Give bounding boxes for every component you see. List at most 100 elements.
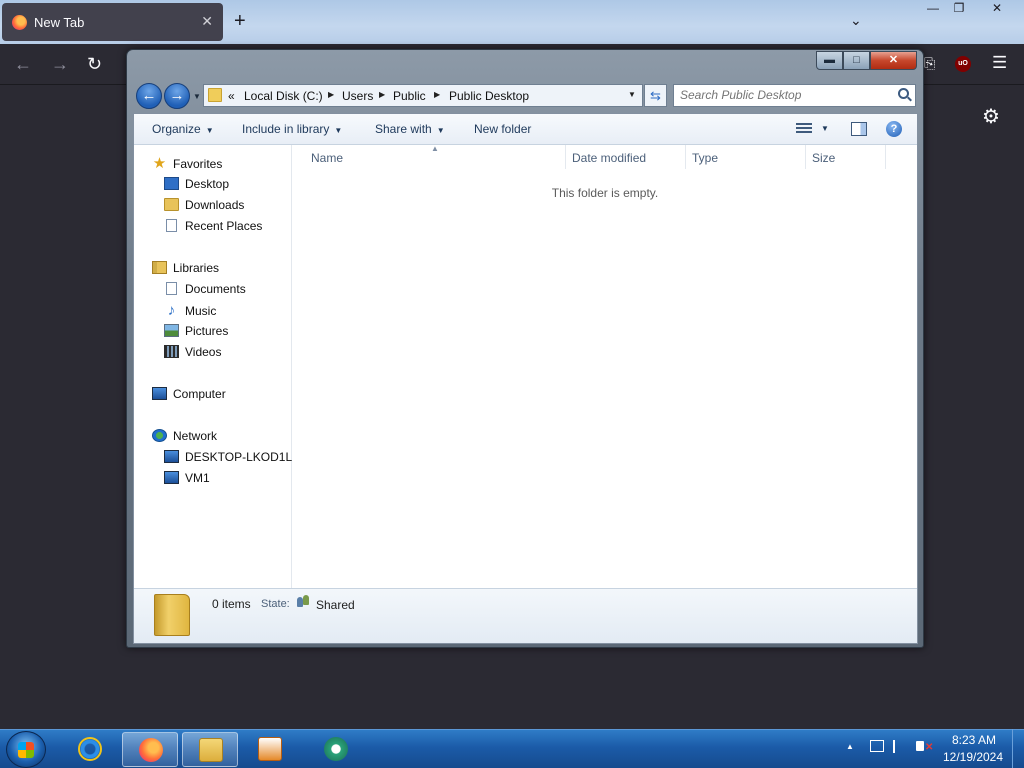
explorer-minimize-button[interactable]: ▬ — [816, 51, 843, 70]
new-tab-button[interactable]: + — [234, 9, 246, 33]
nav-pictures[interactable]: Pictures — [164, 322, 228, 341]
chevron-down-icon: ▼ — [205, 126, 214, 135]
column-header-date-modified[interactable]: Date modified — [572, 151, 646, 165]
settings-gear-icon[interactable]: ⚙ — [982, 104, 1000, 129]
firefox-favicon-icon — [12, 15, 27, 30]
volume-muted-icon[interactable] — [916, 741, 924, 751]
taskbar-internet-explorer[interactable] — [62, 732, 118, 767]
column-divider[interactable] — [565, 145, 566, 169]
explorer-forward-button[interactable]: → — [164, 83, 190, 109]
chevron-down-icon: ▼ — [334, 126, 343, 135]
nav-computer-label: Computer — [173, 387, 226, 401]
nav-network-desktop-lkod1l1[interactable]: DESKTOP-LKOD1L1 — [164, 448, 299, 467]
breadcrumb-users[interactable]: Users — [342, 89, 373, 103]
network-tray-icon[interactable] — [870, 740, 884, 752]
nav-recent-places[interactable]: Recent Places — [164, 217, 262, 236]
address-dropdown-icon[interactable]: ▼ — [628, 90, 636, 99]
action-center-flag-icon[interactable] — [893, 740, 895, 753]
tab-close-icon[interactable]: ✕ — [201, 13, 213, 30]
nav-network[interactable]: Network — [152, 427, 217, 446]
breadcrumb-local-disk[interactable]: Local Disk (C:) — [244, 89, 323, 103]
internet-explorer-icon — [78, 737, 102, 761]
address-bar[interactable]: « Local Disk (C:) ▶ Users ▶ Public ▶ Pub… — [203, 84, 643, 107]
column-divider[interactable] — [685, 145, 686, 169]
column-header-size[interactable]: Size — [812, 151, 835, 165]
start-button[interactable] — [6, 731, 46, 768]
nav-desktop[interactable]: Desktop — [164, 175, 229, 194]
taskbar-file-explorer[interactable] — [182, 732, 238, 767]
nav-network-label: Network — [173, 429, 218, 443]
new-folder-button[interactable]: New folder — [474, 122, 531, 136]
downloads-folder-icon — [164, 198, 179, 211]
show-hidden-icons-chevron[interactable]: ▲ — [846, 742, 854, 751]
help-icon[interactable]: ? — [886, 121, 902, 137]
favorites-star-icon: ★ — [152, 155, 167, 172]
ublock-origin-icon[interactable]: uO — [955, 56, 971, 72]
taskbar-media-player[interactable] — [242, 732, 298, 767]
column-divider[interactable] — [805, 145, 806, 169]
search-input[interactable] — [680, 88, 890, 102]
show-desktop-button[interactable] — [1012, 729, 1024, 768]
music-note-icon: ♪ — [167, 302, 176, 319]
browser-tab-title: New Tab — [34, 15, 85, 30]
recent-locations-dropdown-icon[interactable]: ▼ — [193, 92, 201, 101]
reload-icon[interactable]: ↻ — [87, 54, 102, 74]
organize-button[interactable]: Organize ▼ — [152, 122, 214, 136]
search-icon[interactable] — [898, 88, 909, 99]
breadcrumb-separator-icon[interactable]: ▶ — [379, 90, 385, 99]
column-divider[interactable] — [885, 145, 886, 169]
refresh-button[interactable]: ⇆ — [644, 84, 667, 107]
pictures-icon — [164, 324, 179, 337]
browser-close-button[interactable]: ✕ — [982, 0, 1012, 18]
column-header-type[interactable]: Type — [692, 151, 718, 165]
address-overflow-chevron[interactable]: « — [228, 89, 235, 103]
taskbar-firefox[interactable] — [122, 732, 178, 767]
nav-documents-label: Documents — [185, 282, 246, 296]
view-options-dropdown-icon[interactable]: ▼ — [821, 124, 829, 133]
search-box[interactable] — [673, 84, 916, 107]
share-with-button[interactable]: Share with ▼ — [375, 122, 445, 136]
nav-favorites[interactable]: ★ Favorites — [152, 154, 223, 173]
organize-label: Organize — [152, 122, 201, 136]
nav-network-vm1[interactable]: VM1 — [164, 469, 210, 488]
nav-libraries[interactable]: Libraries — [152, 259, 219, 278]
libraries-icon — [152, 261, 167, 274]
nav-favorites-label: Favorites — [173, 157, 223, 171]
explorer-maximize-button[interactable]: □ — [843, 51, 870, 70]
nav-computer[interactable]: Computer — [152, 385, 226, 404]
file-list-pane[interactable]: ▲ Name Date modified Type Size This fold… — [293, 144, 917, 588]
folder-icon — [154, 594, 190, 636]
clock-date[interactable]: 12/19/2024 — [938, 750, 1008, 764]
extensions-icon[interactable]: ⎘ — [924, 55, 935, 72]
nav-videos[interactable]: Videos — [164, 343, 221, 362]
list-all-tabs-icon[interactable]: ⌄ — [850, 12, 862, 29]
back-arrow-icon[interactable]: ← — [14, 54, 32, 74]
column-header-name[interactable]: Name — [311, 151, 343, 165]
change-view-icon[interactable] — [796, 123, 812, 135]
hamburger-menu-icon[interactable]: ☰ — [992, 53, 1007, 73]
browser-tab[interactable]: New Tab ✕ — [2, 3, 223, 41]
folder-icon — [208, 88, 222, 102]
preview-pane-icon[interactable] — [851, 122, 867, 136]
nav-documents[interactable]: Documents — [164, 280, 246, 299]
clock-time[interactable]: 8:23 AM — [944, 733, 1004, 747]
taskbar-teamviewer[interactable] — [308, 732, 364, 767]
include-in-library-button[interactable]: Include in library ▼ — [242, 122, 342, 136]
nav-recent-places-label: Recent Places — [185, 219, 263, 233]
nav-desktop-label: Desktop — [185, 177, 230, 191]
breadcrumb-public[interactable]: Public — [393, 89, 426, 103]
nav-downloads[interactable]: Downloads — [164, 196, 244, 215]
explorer-close-button[interactable]: ✕ — [870, 51, 917, 70]
navigation-pane: ★ Favorites Desktop Downloads Recent Plac… — [134, 145, 299, 588]
forward-arrow-icon[interactable]: → — [51, 54, 69, 74]
explorer-panel: Organize ▼ Include in library ▼ Share with… — [133, 113, 918, 644]
breadcrumb-separator-icon[interactable]: ▶ — [434, 90, 440, 99]
breadcrumb-public-desktop[interactable]: Public Desktop — [449, 89, 529, 103]
explorer-back-button[interactable]: ← — [136, 83, 162, 109]
videos-filmstrip-icon — [164, 345, 179, 358]
nav-libraries-label: Libraries — [173, 261, 220, 275]
chevron-down-icon: ▼ — [436, 126, 445, 135]
nav-music[interactable]: ♪ Music — [164, 301, 217, 320]
breadcrumb-separator-icon[interactable]: ▶ — [328, 90, 334, 99]
browser-restore-button[interactable]: ❐ — [944, 0, 974, 18]
